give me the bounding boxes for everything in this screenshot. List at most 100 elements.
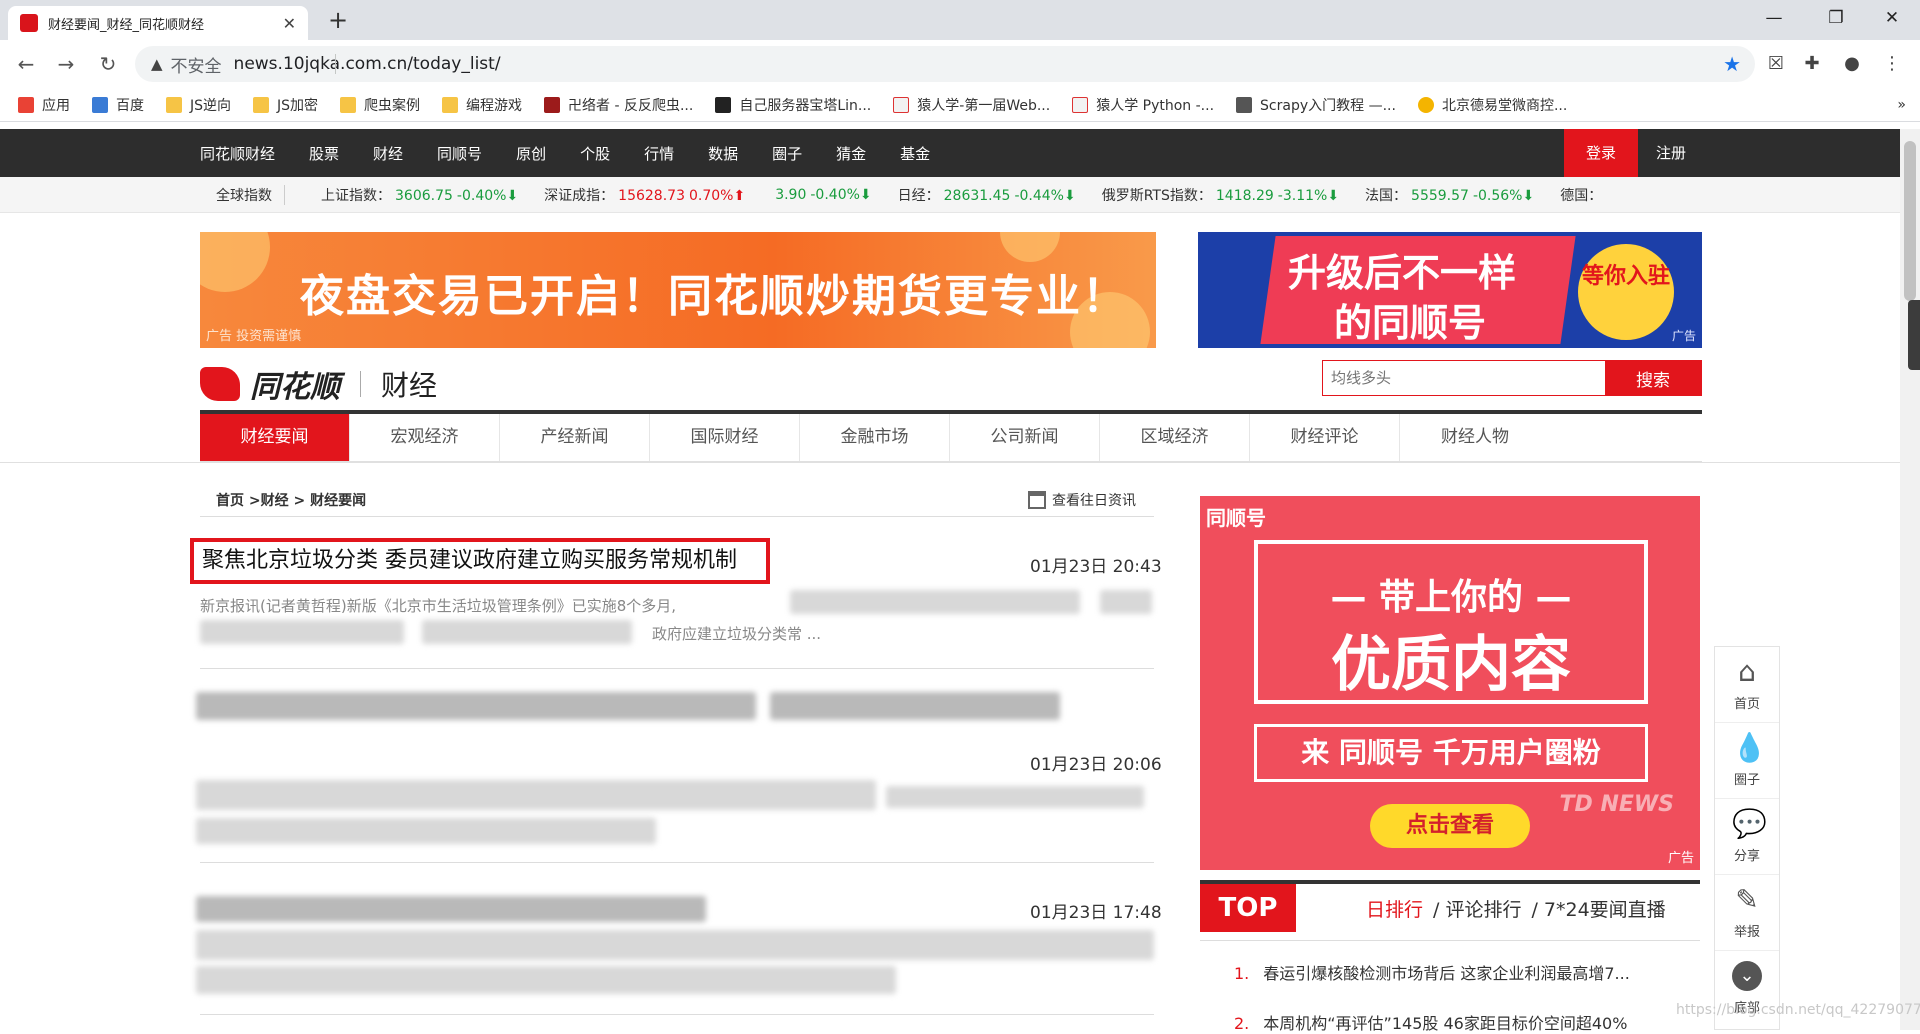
new-tab-button[interactable]: + [322, 6, 354, 36]
search-button[interactable]: 搜索 [1605, 361, 1701, 395]
bookmarks-more-icon[interactable]: » [1897, 97, 1906, 113]
bookmark-item[interactable]: 卍络者 - 反反爬虫... [544, 95, 693, 115]
bookmark-apps[interactable]: 应用 [18, 95, 70, 115]
warning-icon: ▲ [151, 55, 163, 73]
blurred-news-title[interactable] [770, 692, 1060, 720]
futures-ad-banner[interactable]: 夜盘交易已开启！同花顺炒期货更专业！ 广告 投资需谨慎 [200, 232, 1156, 348]
tab-caijing-yaowen[interactable]: 财经要闻 [200, 414, 350, 461]
nav-link[interactable]: 圈子 [772, 143, 802, 164]
category-tab[interactable]: 公司新闻 [950, 414, 1100, 461]
nav-link[interactable]: 同花顺财经 [200, 143, 275, 164]
login-button[interactable]: 登录 [1564, 129, 1638, 177]
tool-share[interactable]: 💬 分享 [1715, 799, 1779, 875]
bookmark-item[interactable]: JS逆向 [166, 95, 231, 115]
bookmark-item[interactable]: 编程游戏 [442, 95, 522, 115]
news-title-highlighted[interactable]: 聚焦北京垃圾分类 委员建议政府建立购买服务常规机制 [190, 538, 770, 584]
category-tab[interactable]: 产经新闻 [500, 414, 650, 461]
apps-grid-icon [18, 96, 34, 113]
ticker-item[interactable]: 上证指数： 3606.75 -0.40%⬇ [321, 185, 518, 205]
folder-icon [166, 96, 182, 113]
bookmark-item[interactable]: Scrapy入门教程 —... [1236, 95, 1396, 115]
category-tab[interactable]: 财经人物 [1400, 414, 1550, 461]
tab-live-news[interactable]: / 7*24要闻直播 [1531, 895, 1665, 922]
bookmark-item[interactable]: JS加密 [253, 95, 318, 115]
news-time: 01月23日 17:48 [1030, 903, 1162, 923]
nav-link[interactable]: 财经 [373, 143, 403, 164]
search-box: 搜索 [1322, 360, 1702, 396]
blurred-news-title[interactable] [196, 692, 756, 720]
nav-link[interactable]: 基金 [900, 143, 930, 164]
window-close-icon[interactable]: ✕ [1864, 0, 1920, 38]
tab-comment-rank[interactable]: / 评论排行 [1433, 895, 1521, 922]
tab-daily-rank[interactable]: 日排行 [1366, 895, 1423, 922]
breadcrumb[interactable]: 首页 >财经 > 财经要闻 [216, 490, 366, 510]
rank-item[interactable]: 2. 本周机构“再评估”145股 46家距目标价空间超40% [1234, 1010, 1627, 1034]
index-ticker: 全球指数 上证指数： 3606.75 -0.40%⬇ 深证成指： 15628.73 0.… [0, 177, 1900, 213]
back-icon[interactable]: ← [12, 50, 40, 78]
nav-link[interactable]: 股票 [309, 143, 339, 164]
tonghuashun-ad-banner[interactable]: 升级后不一样 的同顺号 等你入驻 广告 [1198, 232, 1702, 348]
profile-avatar-icon[interactable]: ● [1840, 52, 1864, 76]
logo-section: 财经 [381, 369, 438, 402]
ticker-item[interactable]: 日经： 28631.45 -0.44%⬇ [898, 185, 1076, 205]
nav-link[interactable]: 行情 [644, 143, 674, 164]
tool-report[interactable]: ✎ 举报 [1715, 875, 1779, 951]
history-link[interactable]: 查看往日资讯 [1028, 490, 1136, 510]
ad-line-2: 的同顺号 [1334, 301, 1487, 345]
rank-item[interactable]: 1. 春运引爆核酸检测市场背后 这家企业利润最高增7... [1234, 960, 1630, 984]
tool-home[interactable]: ⌂ 首页 [1715, 647, 1779, 723]
ticker-item[interactable]: 德国： [1560, 185, 1602, 205]
category-tab[interactable]: 区域经济 [1100, 414, 1250, 461]
category-tab[interactable]: 财经评论 [1250, 414, 1400, 461]
scrollbar-thumb[interactable] [1904, 141, 1916, 301]
ad-tag: 广告 [1671, 329, 1696, 343]
nav-link[interactable]: 个股 [580, 143, 610, 164]
browser-tab[interactable]: 财经要闻_财经_同花顺财经 ✕ [8, 6, 308, 40]
category-tab[interactable]: 宏观经济 [350, 414, 500, 461]
bookmark-item[interactable]: 爬虫案例 [340, 95, 420, 115]
bookmark-item[interactable]: 自己服务器宝塔Lin... [715, 95, 871, 115]
blurred-news-title[interactable] [196, 896, 706, 922]
url-bar[interactable]: ▲ 不安全 news.10jqka.com.cn/today_list/ ★ [135, 46, 1755, 82]
blurred-text [196, 818, 656, 844]
nav-link[interactable]: 猜金 [836, 143, 866, 164]
nav-link[interactable]: 同顺号 [437, 143, 482, 164]
bookmark-item[interactable]: 北京德易堂微商控... [1417, 95, 1567, 115]
close-tab-icon[interactable]: ✕ [283, 14, 296, 33]
calendar-icon [1028, 491, 1046, 509]
register-link[interactable]: 注册 [1656, 129, 1686, 177]
reload-icon[interactable]: ↻ [94, 50, 122, 78]
maximize-icon[interactable]: ❐ [1808, 0, 1864, 38]
page-scrollbar[interactable] [1900, 129, 1920, 1030]
home-icon: ⌂ [1738, 655, 1756, 688]
promo-cta-button[interactable]: 点击查看 [1370, 804, 1530, 848]
extension-icon[interactable]: ☒ [1764, 52, 1788, 76]
minimize-icon[interactable]: — [1746, 0, 1802, 38]
category-tab[interactable]: 金融市场 [800, 414, 950, 461]
edge-handle[interactable] [1908, 300, 1920, 370]
site-icon [544, 96, 561, 113]
nav-link[interactable]: 原创 [516, 143, 546, 164]
ticker-item[interactable]: 3.90 -0.40%⬇ [771, 187, 871, 203]
tool-circle[interactable]: 💧 圈子 [1715, 723, 1779, 799]
category-tab[interactable]: 国际财经 [650, 414, 800, 461]
bookmark-item[interactable]: 百度 [92, 95, 144, 115]
site-logo[interactable]: 同花顺 财经 [200, 362, 437, 406]
forward-icon[interactable]: → [52, 50, 80, 78]
bookmark-item[interactable]: 猿人学-第一届Web... [893, 95, 1050, 115]
ticker-label[interactable]: 全球指数 [216, 184, 285, 205]
nav-link[interactable]: 数据 [708, 143, 738, 164]
ticker-item[interactable]: 法国： 5559.57 -0.56%⬇ [1365, 185, 1534, 205]
category-tabs: 财经要闻 宏观经济 产经新闻 国际财经 金融市场 公司新闻 区域经济 财经评论 … [200, 410, 1702, 462]
bookmark-star-icon[interactable]: ★ [1723, 52, 1741, 76]
menu-icon[interactable]: ⋮ [1880, 52, 1904, 76]
divider [200, 516, 1154, 517]
promo-line-2: 优质内容 [1331, 630, 1571, 700]
ticker-item[interactable]: 俄罗斯RTS指数： 1418.29 -3.11%⬇ [1102, 185, 1339, 205]
tonghuashun-promo-ad[interactable]: 同顺号 — 带上你的 — 优质内容 来 同顺号 千万用户圈粉 TD NEWS 点… [1200, 496, 1700, 870]
bt-icon [715, 96, 732, 113]
bookmark-item[interactable]: 猿人学 Python -... [1072, 95, 1214, 115]
puzzle-icon[interactable]: ✚ [1800, 52, 1824, 76]
ticker-item[interactable]: 深证成指： 15628.73 0.70%⬆ [544, 185, 745, 205]
search-input[interactable] [1323, 361, 1605, 395]
